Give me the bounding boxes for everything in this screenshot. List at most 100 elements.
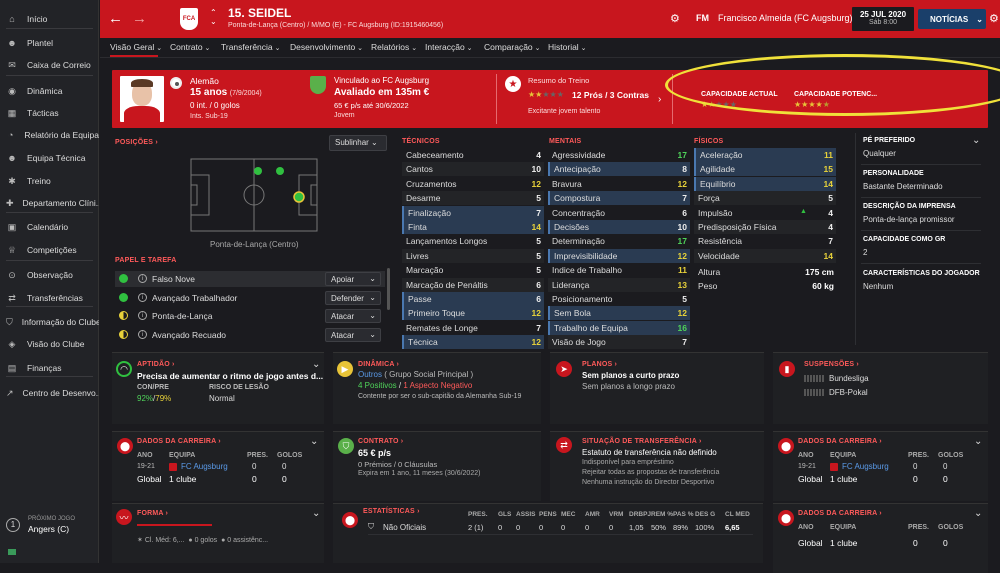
roles-scrollbar[interactable] — [387, 268, 390, 310]
settings-gear-icon[interactable]: ⚙ — [989, 12, 999, 25]
attribute-row[interactable]: Velocidade 14 — [694, 248, 836, 263]
sidebar-item-1[interactable]: ⌂ Início — [0, 9, 99, 29]
career-card-1[interactable]: ⬤ DADOS DA CARREIRA › ANO EQUIPA PRES. GOLOS 1… — [112, 431, 324, 501]
sidebar-item-4[interactable]: ◉ Dinâmica — [0, 81, 99, 101]
duty-dropdown[interactable]: Atacar ⌄ — [325, 309, 381, 323]
attribute-row[interactable]: Liderança 13 — [548, 277, 690, 292]
sidebar-item-7[interactable]: ☻ Equipa Técnica — [0, 148, 99, 168]
dynamics-card[interactable]: ▶ DINÂMICA › Outros ( Grupo Social Princip… — [333, 352, 541, 424]
positions-title[interactable]: POSIÇÕES › — [115, 139, 158, 146]
aptitude-card[interactable]: ◠ APTIDÃO › Precisa de aumentar o ritmo de… — [112, 352, 324, 424]
contract-card[interactable]: ⛉ CONTRATO › 65 € p/s 0 Prémios / 0 Cláusul… — [333, 431, 541, 501]
sidebar-item-17[interactable]: ↗ Centro de Desenvo... — [0, 383, 99, 403]
role-row[interactable]: i Ponta-de-Lança Atacar ⌄ — [115, 308, 385, 324]
suspensions-card[interactable]: ▮ SUSPENSÕES › Bundesliga DFB-Pokal — [773, 352, 988, 424]
duty-dropdown[interactable]: Apoiar ⌄ — [325, 272, 381, 286]
attribute-row[interactable]: Equilíbrio 14 — [694, 176, 836, 191]
sidebar-item-6[interactable]: ◔ Relatório da Equipa — [0, 125, 99, 145]
sidebar-item-2[interactable]: ☻ Plantel — [0, 33, 99, 53]
attribute-row[interactable]: Agressividade 17 — [548, 148, 690, 162]
sidebar-item-12[interactable]: ⊙ Observação — [0, 265, 99, 285]
attribute-row[interactable]: Cabeceamento 4 — [402, 148, 544, 162]
statistics-card[interactable]: ⬤ ESTATÍSTICAS › PRES. GLS ASSIS PENS MEC AMR VR… — [333, 503, 763, 563]
attribute-row[interactable]: Técnica 12 — [402, 335, 544, 350]
forward-arrow-icon[interactable]: → — [132, 10, 147, 27]
sidebar-item-11[interactable]: ♕ Competições — [0, 240, 99, 260]
tab-5[interactable]: Relatórios ⌄ — [371, 42, 417, 52]
chevron-down-icon[interactable]: ⌄ — [312, 359, 320, 370]
attribute-row[interactable]: Determinação 17 — [548, 234, 690, 248]
settings-icon[interactable]: ⚙ — [670, 12, 680, 25]
tab-4[interactable]: Desenvolvimento ⌄ — [290, 42, 363, 52]
attribute-row[interactable]: Decisões 10 — [548, 220, 690, 234]
sidebar-item-16[interactable]: ▤ Finanças — [0, 358, 99, 378]
attribute-row[interactable]: Remates de Longe 7 — [402, 321, 544, 335]
attribute-row[interactable]: Impulsão 4 — [694, 206, 836, 220]
tab-7[interactable]: Comparação ⌄ — [484, 42, 540, 52]
attribute-row[interactable]: Agilidade 15 — [694, 162, 836, 177]
career-card-2[interactable]: ⬤ DADOS DA CARREIRA › ANO EQUIPA PRES. GOLOS 1… — [773, 431, 988, 501]
news-button[interactable]: NOTÍCIAS ⌄ — [918, 9, 986, 29]
attribute-row[interactable]: Passe 6 — [402, 292, 544, 306]
manager-name[interactable]: Francisco Almeida (FC Augsburg) — [718, 13, 853, 23]
tab-6[interactable]: Interacção ⌄ — [425, 42, 473, 52]
attribute-row[interactable]: Trabalho de Equipa 16 — [548, 320, 690, 335]
sidebar-item-10[interactable]: ▣ Calendário — [0, 217, 99, 237]
tab-1[interactable]: Visão Geral ⌄ — [110, 42, 162, 57]
attribute-row[interactable]: Sem Bola 12 — [548, 306, 690, 321]
sidebar-item-13[interactable]: ⇄ Transferências — [0, 288, 99, 308]
attribute-row[interactable]: Resistência 7 — [694, 234, 836, 248]
role-row[interactable]: i Falso Nove Apoiar ⌄ — [115, 271, 385, 287]
chevron-down-icon[interactable]: ⌄ — [310, 436, 318, 447]
form-card[interactable]: 〰 FORMA › ✶ Cl. Méd: 6,... ● 0 golos ● 0 a… — [112, 503, 324, 563]
chevron-updown-icon[interactable]: ⌃ ⌄ — [210, 8, 217, 26]
chevron-down-icon[interactable]: ⌄ — [974, 508, 982, 519]
attribute-row[interactable]: Lançamentos Longos 5 — [402, 234, 544, 248]
chevron-down-icon[interactable]: ⌄ — [312, 508, 320, 519]
attribute-row[interactable]: Aceleração 11 — [694, 148, 836, 162]
duty-dropdown[interactable]: Atacar ⌄ — [325, 328, 381, 342]
role-row[interactable]: i Avançado Trabalhador Defender ⌄ — [115, 290, 385, 306]
attribute-row[interactable]: Concentração 6 — [548, 206, 690, 220]
attribute-row[interactable]: Força 5 — [694, 191, 836, 206]
chevron-down-icon[interactable]: ⌄ — [972, 135, 980, 146]
attribute-row[interactable]: Marcação 5 — [402, 263, 544, 277]
attribute-row[interactable]: Finalização 7 — [402, 205, 544, 220]
transfer-status-card[interactable]: ⇄ SITUAÇÃO DE TRANSFERÊNCIA › Estatuto de … — [550, 431, 764, 501]
attribute-row[interactable]: Compostura 7 — [548, 191, 690, 206]
next-match[interactable]: 1 PRÓXIMO JOGO Angers (C) — [4, 516, 95, 538]
attribute-row[interactable]: Predisposição Física 4 — [694, 220, 836, 234]
attribute-row[interactable]: Antecipação 8 — [548, 162, 690, 177]
tab-3[interactable]: Transferência ⌄ — [221, 42, 280, 52]
attribute-row[interactable]: Visão de Jogo 7 — [548, 335, 690, 350]
sidebar-item-14[interactable]: ⛉ Informação do Clube — [0, 312, 99, 332]
attribute-row[interactable]: Bravura 12 — [548, 177, 690, 191]
sidebar-item-8[interactable]: ✱ Treino — [0, 171, 99, 191]
attribute-row[interactable]: Finta 14 — [402, 220, 544, 234]
duty-dropdown[interactable]: Defender ⌄ — [325, 291, 381, 305]
sidebar-item-15[interactable]: ◈ Visão do Clube — [0, 334, 99, 354]
sidebar-item-3[interactable]: ✉ Caixa de Correio — [0, 55, 99, 75]
sidebar-item-9[interactable]: ✚ Departamento Clíni... — [0, 193, 99, 213]
attribute-row[interactable]: Posicionamento 5 — [548, 292, 690, 306]
attribute-row[interactable]: Primeiro Toque 12 — [402, 306, 544, 321]
role-row[interactable]: i Avançado Recuado Atacar ⌄ — [115, 327, 385, 343]
training-report-button[interactable]: › — [658, 94, 661, 105]
date-box[interactable]: 25 JUL 2020 Sáb 8:00 — [852, 7, 914, 31]
highlight-dropdown[interactable]: Sublinhar ⌄ — [329, 135, 387, 151]
career-goals: 0 — [282, 462, 287, 471]
attribute-row[interactable]: Desarme 5 — [402, 191, 544, 206]
chevron-down-icon[interactable]: ⌄ — [974, 436, 982, 447]
attribute-row[interactable]: Cruzamentos 12 — [402, 177, 544, 191]
sidebar-item-5[interactable]: ▦ Tácticas — [0, 103, 99, 123]
game-menu-icon[interactable] — [8, 549, 16, 555]
attribute-row[interactable]: Livres 5 — [402, 248, 544, 263]
attribute-row[interactable]: Marcação de Penáltis 6 — [402, 277, 544, 292]
tab-2[interactable]: Contrato ⌄ — [170, 42, 210, 52]
tab-8[interactable]: Historial ⌄ — [548, 42, 587, 52]
attribute-row[interactable]: Cantos 10 — [402, 162, 544, 177]
attribute-row[interactable]: Imprevisibilidade 12 — [548, 248, 690, 263]
back-arrow-icon[interactable]: ← — [108, 10, 123, 27]
plans-card[interactable]: ➤ PLANOS › Sem planos a curto prazo Sem pla… — [550, 352, 764, 424]
attribute-row[interactable]: Indice de Trabalho 11 — [548, 263, 690, 277]
